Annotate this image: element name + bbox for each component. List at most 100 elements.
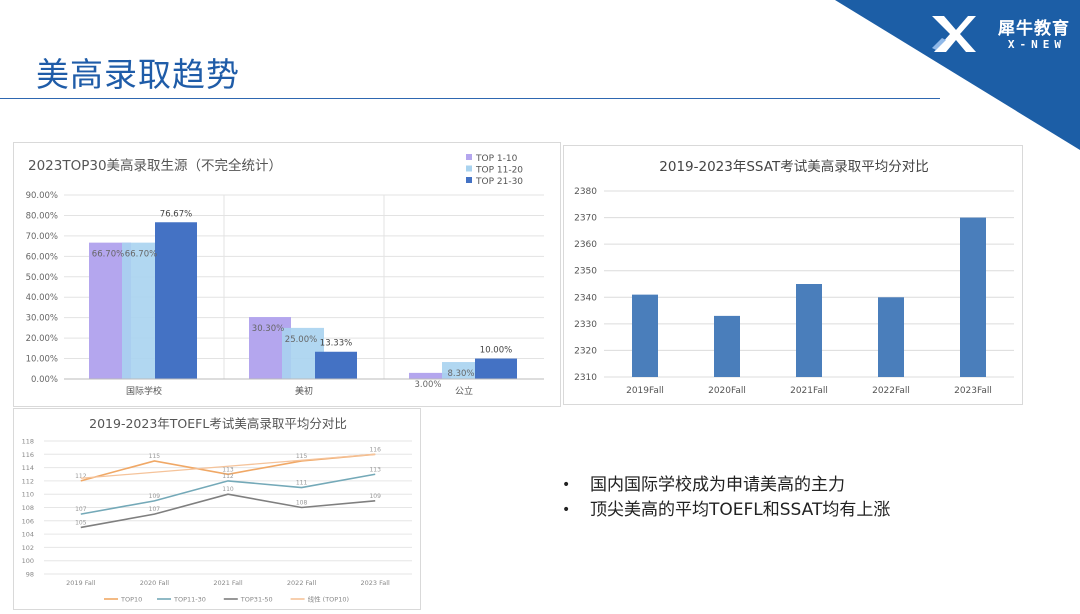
- y-tick-label: 60.00%: [26, 252, 58, 262]
- bar: [714, 315, 740, 377]
- x-tick-label: 国际学校: [126, 385, 162, 397]
- y-tick-label: 108: [22, 504, 34, 512]
- brand-name-cn: 犀牛教育: [998, 19, 1070, 39]
- data-label: 66.70%: [125, 250, 157, 260]
- legend-label: TOP 11-20: [475, 166, 523, 176]
- data-label: 105: [75, 519, 87, 526]
- legend-label: 线性 (TOP10): [308, 595, 349, 604]
- y-tick-label: 50.00%: [26, 273, 58, 283]
- x-tick-label: 2023 Fall: [361, 579, 391, 587]
- y-tick-label: 10.00%: [26, 355, 58, 365]
- data-label: 108: [296, 500, 308, 507]
- data-label: 10.00%: [480, 346, 512, 356]
- x-tick-label: 美初: [295, 385, 313, 397]
- y-tick-label: 30.00%: [26, 314, 58, 324]
- bar: [155, 222, 197, 379]
- y-tick-label: 2350: [574, 267, 597, 277]
- legend-swatch: [466, 154, 472, 160]
- data-label: 66.70%: [92, 250, 124, 260]
- data-label: 76.67%: [160, 209, 192, 219]
- bar: [315, 351, 357, 379]
- chart-panel-ssat: 2019-2023年SSAT考试美高录取平均分对比 2310 2320 2330 234…: [563, 145, 1023, 405]
- chart-title: 2019-2023年SSAT考试美高录取平均分对比: [659, 158, 928, 175]
- y-tick-label: 104: [22, 531, 34, 539]
- x-tick-label: 公立: [455, 385, 473, 397]
- y-tick-label: 106: [22, 517, 34, 525]
- legend-label: TOP 1-10: [475, 154, 518, 164]
- y-tick-label: 112: [22, 477, 34, 485]
- title-divider: [0, 98, 940, 99]
- chart-title: 2019-2023年TOEFL考试美高录取平均分对比: [89, 416, 347, 431]
- y-tick-label: 102: [22, 544, 34, 552]
- y-tick-label: 0.00%: [31, 375, 58, 385]
- bullet-icon: •: [562, 477, 571, 493]
- x-tick-label: 2022 Fall: [287, 579, 317, 587]
- bullet-list: • 国内国际学校成为申请美高的主力 • 顶尖美高的平均TOEFL和SSAT均有上涨: [562, 473, 890, 523]
- data-label: 8.30%: [447, 369, 474, 379]
- y-tick-label: 2370: [574, 214, 597, 224]
- x-tick-label: 2019 Fall: [66, 579, 96, 587]
- data-label: 109: [149, 493, 161, 500]
- data-label: 115: [296, 453, 308, 460]
- bar: [878, 297, 904, 377]
- y-tick-label: 114: [22, 464, 34, 472]
- legend-label: TOP 21-30: [475, 177, 523, 187]
- chart-panel-toefl: 2019-2023年TOEFL考试美高录取平均分对比 98 100 102 104 106…: [13, 408, 421, 610]
- y-tick-label: 116: [22, 451, 34, 459]
- data-label: 30.30%: [252, 324, 284, 334]
- y-tick-label: 2360: [574, 240, 597, 250]
- ssat-chart: 2019-2023年SSAT考试美高录取平均分对比 2310 2320 2330 234…: [574, 158, 1014, 396]
- x-tick-label: 2021 Fall: [213, 579, 243, 587]
- x-tick-label: 2022Fall: [872, 386, 910, 396]
- y-tick-label: 80.00%: [26, 211, 58, 221]
- chart-panel-admission-sources: 2023TOP30美高录取生源（不完全统计） TOP 1-10 TOP 11-20 T…: [13, 142, 561, 407]
- x-tick-label: 2019Fall: [626, 386, 664, 396]
- x-tick-label: 2021Fall: [790, 386, 828, 396]
- y-tick-label: 2320: [574, 346, 597, 356]
- bar: [475, 358, 517, 379]
- legend-label: TOP11-30: [173, 596, 206, 604]
- data-label: 110: [222, 486, 234, 493]
- brand-name-en: X-NEW: [1007, 38, 1066, 51]
- toefl-chart: 2019-2023年TOEFL考试美高录取平均分对比 98 100 102 104 106…: [22, 416, 412, 604]
- legend-swatch: [466, 177, 472, 183]
- y-tick-label: 110: [22, 491, 34, 499]
- bullet-text: 国内国际学校成为申请美高的主力: [590, 475, 845, 495]
- y-tick-label: 100: [22, 557, 34, 565]
- y-tick-label: 118: [22, 438, 34, 446]
- data-label: 107: [149, 506, 161, 513]
- x-tick-label: 2020Fall: [708, 386, 746, 396]
- bullet-item: • 国内国际学校成为申请美高的主力: [562, 473, 890, 498]
- y-tick-label: 98: [26, 571, 34, 579]
- series-line: [80, 493, 376, 529]
- y-tick-label: 70.00%: [26, 232, 58, 242]
- legend-swatch: [466, 165, 472, 172]
- data-label: 109: [369, 493, 381, 500]
- data-label: 13.33%: [320, 339, 352, 349]
- y-tick-label: 90.00%: [26, 191, 58, 201]
- bullet-icon: •: [562, 502, 571, 518]
- data-label: 113: [369, 466, 381, 473]
- y-tick-label: 2330: [574, 320, 597, 330]
- bullet-text: 顶尖美高的平均TOEFL和SSAT均有上涨: [590, 500, 891, 520]
- y-tick-label: 20.00%: [26, 334, 58, 344]
- chart-title: 2023TOP30美高录取生源（不完全统计）: [28, 157, 282, 174]
- bar: [632, 294, 658, 377]
- data-label: 3.00%: [414, 380, 441, 390]
- bar: [796, 284, 822, 377]
- data-label: 25.00%: [285, 335, 317, 345]
- data-label: 115: [149, 453, 161, 460]
- data-label: 116: [369, 446, 381, 453]
- data-label: 112: [222, 473, 234, 480]
- x-tick-label: 2020 Fall: [140, 579, 170, 587]
- y-tick-label: 2340: [574, 293, 597, 303]
- bar: [960, 217, 986, 377]
- y-tick-label: 40.00%: [26, 293, 58, 303]
- x-tick-label: 2023Fall: [954, 386, 992, 396]
- data-label: 111: [296, 480, 308, 487]
- bullet-item: • 顶尖美高的平均TOEFL和SSAT均有上涨: [562, 498, 890, 523]
- admission-sources-chart: 2023TOP30美高录取生源（不完全统计） TOP 1-10 TOP 11-20T…: [26, 154, 544, 397]
- y-tick-label: 2380: [574, 187, 597, 197]
- page-title: 美高录取趋势: [36, 55, 240, 94]
- legend-label: TOP10: [120, 596, 142, 604]
